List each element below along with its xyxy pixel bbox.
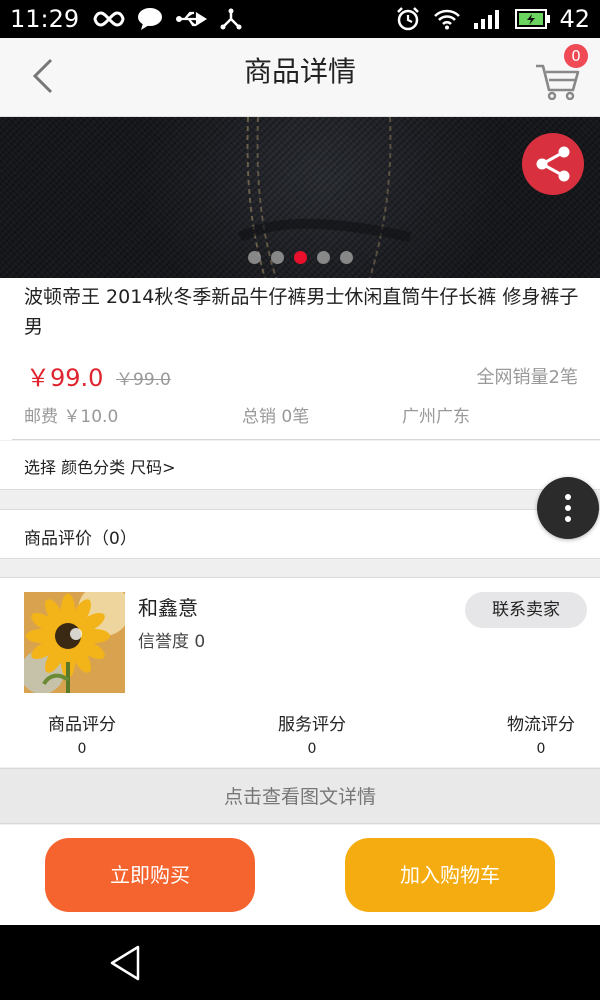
product-reviews-label: 商品评价（0） xyxy=(24,529,137,549)
total-sales: 总销 0笔 xyxy=(242,407,310,427)
view-details-link[interactable]: 点击查看图文详情 xyxy=(0,768,600,824)
postage-fee: 邮费 ￥10.0 xyxy=(24,407,119,427)
rating-value: 0 xyxy=(307,741,317,757)
cart-count-badge: 0 xyxy=(564,44,588,68)
rating-label: 商品评分 xyxy=(48,715,116,735)
more-options-button[interactable] xyxy=(537,477,599,539)
add-to-cart-button[interactable]: 加入购物车 xyxy=(345,838,555,912)
signal-icon xyxy=(473,6,503,32)
status-bar: 11:29 42 xyxy=(0,0,600,38)
rating-value: 0 xyxy=(536,741,546,757)
status-time: 11:29 xyxy=(10,5,80,33)
shop-credit: 信誉度 0 xyxy=(138,632,206,652)
shop-avatar[interactable] xyxy=(24,592,125,693)
network-sales: 全网销量2笔 xyxy=(476,367,578,388)
share-button[interactable] xyxy=(522,133,584,195)
rating-label: 服务评分 xyxy=(278,715,346,735)
product-info: 波顿帝王 2014秋冬季新品牛仔裤男士休闲直筒牛仔长裤 修身裤子男 ￥99.0 … xyxy=(0,278,600,440)
battery-level: 42 xyxy=(559,5,590,33)
rating-item: 商品评分 0 xyxy=(22,710,142,757)
message-icon xyxy=(137,6,163,32)
usb-icon xyxy=(175,6,208,32)
gallery-pagination xyxy=(0,251,600,264)
gallery-dot[interactable] xyxy=(293,251,307,264)
divider xyxy=(12,439,600,440)
header: 商品详情 0 xyxy=(0,38,600,117)
gallery-dot[interactable] xyxy=(316,251,330,264)
sunflower-image xyxy=(24,592,125,693)
product-reviews-row[interactable]: 商品评价（0） xyxy=(0,509,600,559)
alarm-icon xyxy=(395,6,421,32)
shop-card: 和鑫意 信誉度 0 联系卖家 商品评分 0 服务评分 0 物流评分 0 xyxy=(0,577,600,767)
gallery-dot[interactable] xyxy=(339,251,353,264)
shop-ratings: 商品评分 0 服务评分 0 物流评分 0 xyxy=(0,710,600,760)
infinity-icon xyxy=(93,6,125,32)
wifi-icon xyxy=(433,6,461,32)
nav-back-icon[interactable] xyxy=(108,944,142,982)
page-title: 商品详情 xyxy=(243,55,356,88)
system-nav-bar xyxy=(0,925,600,1000)
rating-value: 0 xyxy=(77,741,87,757)
gallery-dot[interactable] xyxy=(247,251,261,264)
product-name: 波顿帝王 2014秋冬季新品牛仔裤男士休闲直筒牛仔长裤 修身裤子男 xyxy=(24,286,579,338)
gallery-dot[interactable] xyxy=(270,251,284,264)
share-icon xyxy=(536,146,570,182)
product-image-gallery[interactable] xyxy=(0,117,600,278)
select-options-label: 选择 颜色分类 尺码> xyxy=(24,458,176,477)
section-gap xyxy=(0,560,600,577)
current-price: ￥99.0 xyxy=(26,364,104,392)
battery-icon xyxy=(515,6,551,32)
shop-name: 和鑫意 xyxy=(138,596,198,620)
section-gap xyxy=(0,491,600,509)
original-price: ￥99.0 xyxy=(116,370,171,390)
bottom-actions: 立即购买 加入购物车 xyxy=(0,825,600,925)
more-vertical-icon xyxy=(565,494,571,500)
contact-seller-button[interactable]: 联系卖家 xyxy=(465,592,587,628)
rating-item: 服务评分 0 xyxy=(252,710,372,757)
share-tree-icon xyxy=(219,6,243,32)
buy-now-button[interactable]: 立即购买 xyxy=(45,838,255,912)
select-options-row[interactable]: 选择 颜色分类 尺码> xyxy=(0,441,600,490)
rating-item: 物流评分 0 xyxy=(481,710,600,757)
rating-label: 物流评分 xyxy=(507,715,575,735)
ship-location: 广州广东 xyxy=(402,407,470,427)
